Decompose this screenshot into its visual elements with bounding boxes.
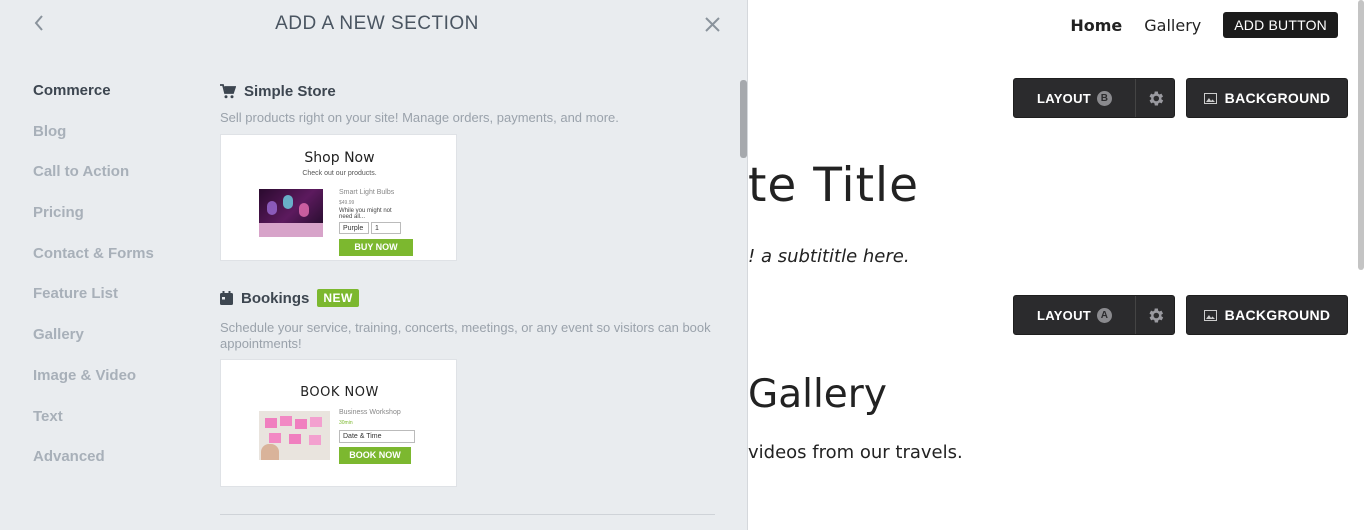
category-advanced[interactable]: Advanced xyxy=(33,448,154,489)
bookings-preview[interactable]: BOOK NOW Business Workshop 30min Date & … xyxy=(220,359,457,487)
product-image xyxy=(259,189,323,237)
panel-scrollbar[interactable] xyxy=(740,80,747,158)
nav-home-link[interactable]: Home xyxy=(1070,16,1122,35)
background-label: BACKGROUND xyxy=(1224,90,1331,106)
close-button[interactable] xyxy=(700,12,724,36)
category-call-to-action[interactable]: Call to Action xyxy=(33,163,154,204)
background-label: BACKGROUND xyxy=(1224,307,1331,323)
nav-gallery-link[interactable]: Gallery xyxy=(1144,16,1201,35)
preview-quantity-field: 1 xyxy=(371,222,401,234)
layout-control-group: LAYOUT A xyxy=(1013,295,1175,335)
panel-header: ADD A NEW SECTION xyxy=(0,0,747,48)
category-contact-forms[interactable]: Contact & Forms xyxy=(33,245,154,286)
category-feature-list[interactable]: Feature List xyxy=(33,285,154,326)
calendar-icon xyxy=(220,291,233,305)
preview-date-time-field: Date & Time xyxy=(339,430,415,443)
add-button[interactable]: ADD BUTTON xyxy=(1223,12,1338,38)
shopping-cart-icon xyxy=(220,84,236,99)
category-gallery[interactable]: Gallery xyxy=(33,326,154,367)
section2-controls: LAYOUT A BACKGROUND xyxy=(1013,295,1348,335)
layout-label: LAYOUT xyxy=(1036,307,1092,323)
image-icon xyxy=(1203,92,1217,104)
preview-price: $49.99 xyxy=(339,200,355,206)
bookings-label: Bookings xyxy=(241,289,310,307)
preview-service-name: Business Workshop xyxy=(339,409,401,416)
category-commerce[interactable]: Commerce xyxy=(33,82,154,123)
close-icon xyxy=(704,16,720,32)
site-title[interactable]: te Title xyxy=(748,158,919,213)
preview-heading: Shop Now xyxy=(304,150,375,166)
layout-letter-badge: B xyxy=(1097,90,1113,106)
page-scrollbar[interactable] xyxy=(1358,0,1364,270)
preview-heading: BOOK NOW xyxy=(300,385,379,400)
preview-product-name: Smart Light Bulbs xyxy=(339,189,395,196)
bookings-description: Schedule your service, training, concert… xyxy=(220,320,711,351)
category-list: Commerce Blog Call to Action Pricing Con… xyxy=(33,82,154,489)
preview-subheading: Check out our products. xyxy=(302,170,377,177)
preview-option-select: Purple xyxy=(339,222,369,234)
background-button[interactable]: BACKGROUND xyxy=(1186,78,1348,118)
layout-button[interactable]: LAYOUT B xyxy=(1014,79,1136,117)
layout-letter-badge: A xyxy=(1097,307,1113,323)
background-button[interactable]: BACKGROUND xyxy=(1186,295,1348,335)
category-image-video[interactable]: Image & Video xyxy=(33,367,154,408)
gear-icon xyxy=(1148,308,1163,322)
new-badge: NEW xyxy=(317,289,359,307)
panel-title: ADD A NEW SECTION xyxy=(275,13,479,34)
category-blog[interactable]: Blog xyxy=(33,123,154,164)
preview-buy-now-button: BUY NOW xyxy=(339,239,413,256)
gallery-section-title[interactable]: Gallery xyxy=(748,372,887,417)
layout-label: LAYOUT xyxy=(1036,90,1092,106)
category-pricing[interactable]: Pricing xyxy=(33,204,154,245)
section-settings-button[interactable] xyxy=(1136,296,1174,334)
category-text[interactable]: Text xyxy=(33,408,154,449)
gear-icon xyxy=(1148,91,1163,105)
workshop-image xyxy=(259,411,330,460)
image-icon xyxy=(1203,309,1217,321)
add-section-panel: ADD A NEW SECTION Commerce Blog Call to … xyxy=(0,0,748,530)
layout-button[interactable]: LAYOUT A xyxy=(1014,296,1136,334)
section1-controls: LAYOUT B BACKGROUND xyxy=(1013,78,1348,118)
preview-duration: 30min xyxy=(339,420,353,426)
bookings-title[interactable]: Bookings NEW xyxy=(220,289,359,307)
preview-note: While you might not need all... xyxy=(339,208,392,220)
gallery-section-text[interactable]: videos from our travels. xyxy=(748,442,963,463)
simple-store-label: Simple Store xyxy=(244,83,336,100)
layout-control-group: LAYOUT B xyxy=(1013,78,1175,118)
preview-book-now-button: BOOK NOW xyxy=(339,447,411,464)
simple-store-title[interactable]: Simple Store xyxy=(220,83,336,100)
simple-store-preview[interactable]: Shop Now Check out our products. Smart L… xyxy=(220,134,457,261)
site-subtitle[interactable]: ! a subtititle here. xyxy=(748,246,910,267)
simple-store-description: Sell products right on your site! Manage… xyxy=(220,110,619,125)
section-settings-button[interactable] xyxy=(1136,79,1174,117)
section-divider xyxy=(220,514,715,515)
site-nav: Home Gallery ADD BUTTON xyxy=(1070,12,1338,38)
